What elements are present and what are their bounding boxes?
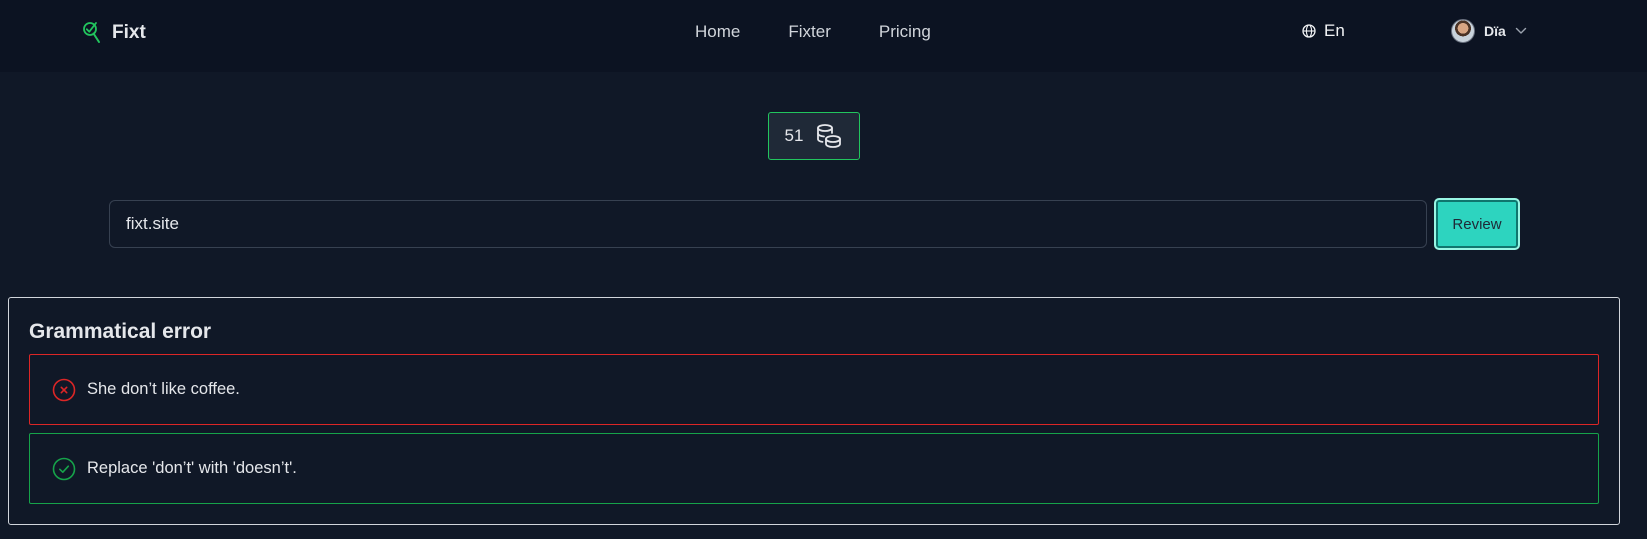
language-selector[interactable]: En (1302, 21, 1345, 41)
credits-badge: 51 (768, 112, 860, 160)
result-panel: Grammatical error She don’t like coffee.… (8, 297, 1620, 525)
url-input[interactable] (109, 200, 1427, 248)
review-button[interactable]: Review (1434, 198, 1520, 250)
logo[interactable]: Fixt (82, 20, 146, 46)
main-nav: Home Fixter Pricing (695, 22, 931, 42)
error-box: She don’t like coffee. (29, 354, 1599, 425)
x-circle-icon (52, 378, 76, 401)
globe-icon (1302, 24, 1316, 38)
brand-name: Fixt (112, 22, 146, 43)
nav-fixter-link[interactable]: Fixter (788, 22, 831, 42)
top-navbar: Fixt Home Fixter Pricing En Dïa (0, 0, 1647, 72)
suggestion-text: Replace 'don’t' with 'doesn’t'. (87, 459, 297, 477)
coins-icon (817, 124, 842, 148)
result-title: Grammatical error (29, 320, 212, 343)
user-menu[interactable]: Dïa (1451, 19, 1527, 43)
suggestion-box: Replace 'don’t' with 'doesn’t'. (29, 433, 1599, 504)
logo-icon (83, 22, 100, 43)
chevron-down-icon (1515, 27, 1526, 34)
nav-home-link[interactable]: Home (695, 22, 740, 42)
user-name: Dïa (1484, 23, 1506, 39)
nav-pricing-link[interactable]: Pricing (879, 22, 931, 42)
credits-count: 51 (784, 126, 804, 145)
avatar (1451, 19, 1475, 43)
language-label: En (1324, 21, 1345, 40)
check-circle-icon (52, 457, 76, 480)
error-text: She don’t like coffee. (87, 380, 240, 398)
